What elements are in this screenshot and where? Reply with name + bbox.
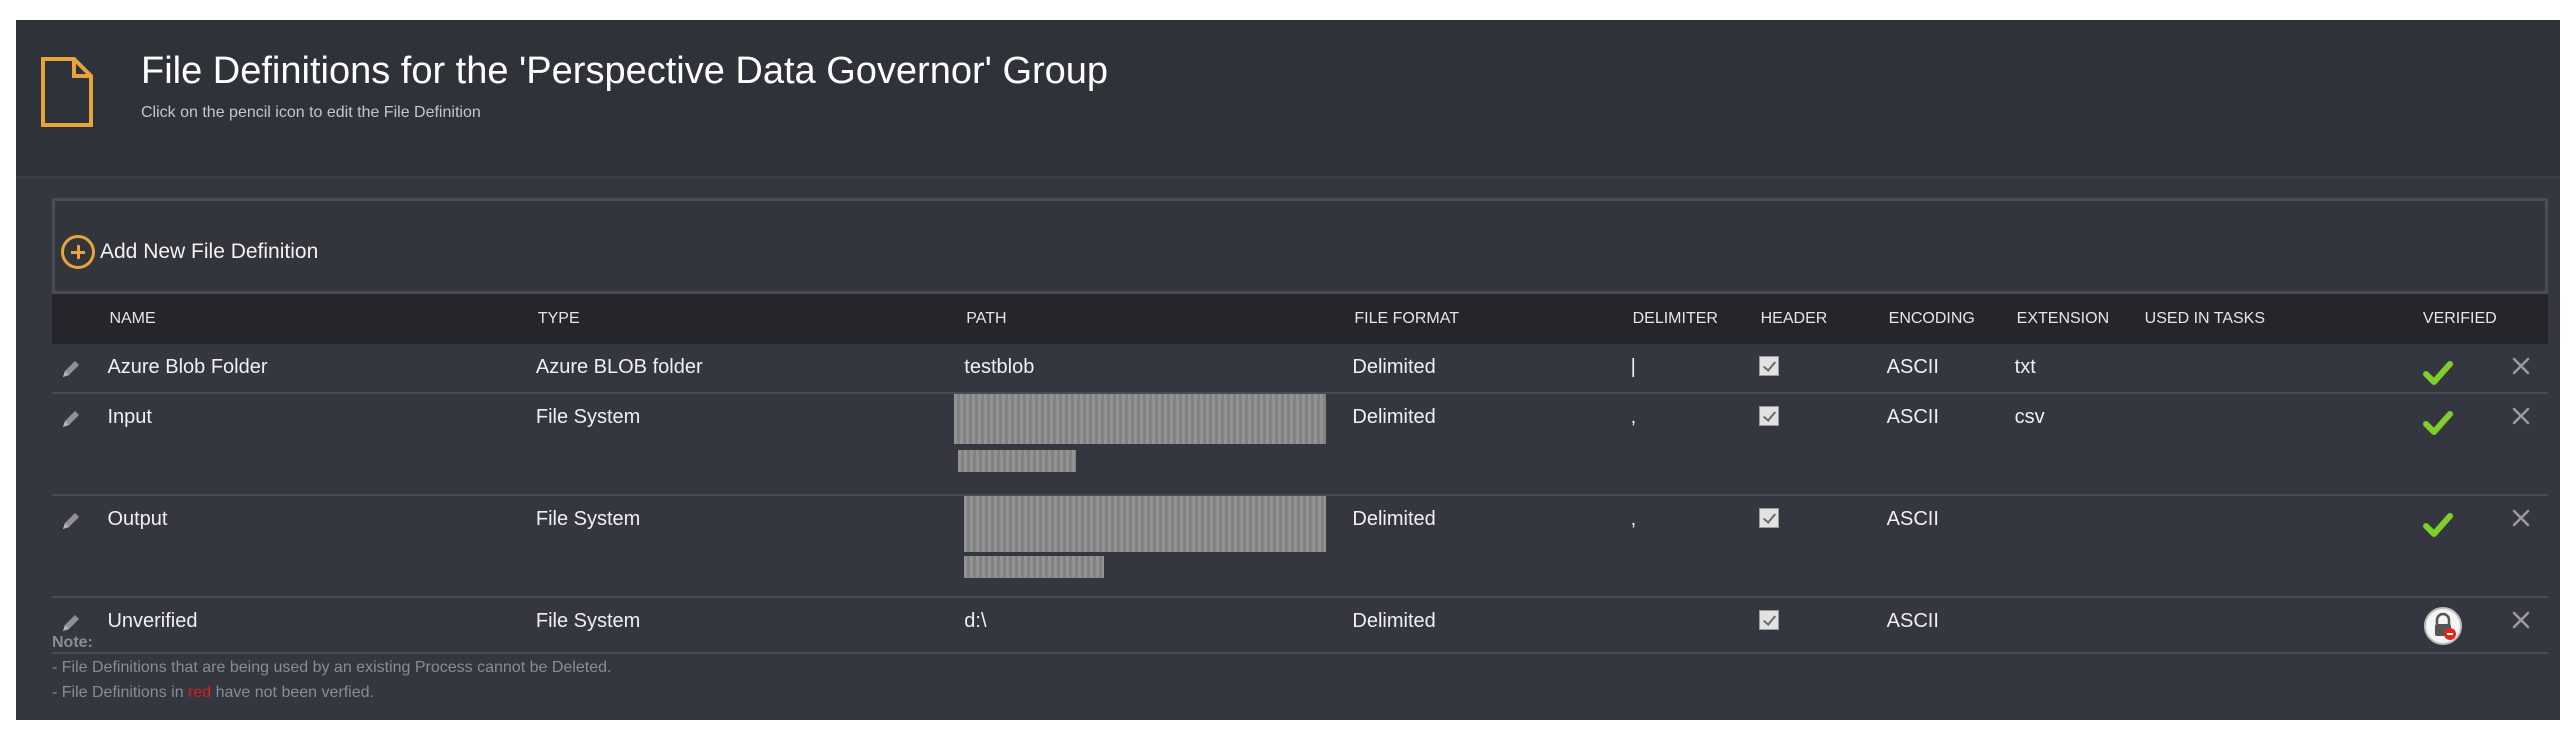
- cell-name: Azure Blob Folder: [107, 344, 536, 394]
- note-line-prefix: - File Definitions in: [52, 684, 189, 701]
- header-checkbox[interactable]: [1758, 508, 1779, 528]
- verified-check-icon: [2422, 361, 2453, 385]
- cell-delimiter: ,: [1630, 393, 1759, 496]
- pencil-icon[interactable]: [60, 358, 82, 380]
- document-icon: [41, 57, 93, 127]
- note-line: - File Definitions that are being used b…: [52, 659, 612, 676]
- page-subtitle: Click on the pencil icon to edit the Fil…: [141, 104, 481, 121]
- cell-type: Azure BLOB folder: [535, 344, 965, 394]
- file-definitions-table: NAME TYPE PATH FILE FORMAT DELIMITER HEA…: [52, 294, 2548, 654]
- col-edit: [52, 294, 108, 344]
- table-header-row: NAME TYPE PATH FILE FORMAT DELIMITER HEA…: [52, 294, 2548, 344]
- cell-encoding: ASCII: [1886, 597, 2015, 654]
- redacted-block: [964, 556, 1105, 578]
- page-header: File Definitions for the 'Perspective Da…: [16, 20, 2560, 178]
- cell-path: [954, 393, 1353, 496]
- pencil-icon[interactable]: [60, 510, 82, 532]
- header-checkbox[interactable]: [1758, 356, 1779, 376]
- cell-used-in-tasks: [2142, 495, 2421, 598]
- cell-format: Delimited: [1352, 393, 1631, 496]
- cell-delimiter: [1630, 597, 1759, 654]
- toolbar-panel: Add New File Definition: [52, 198, 2548, 294]
- delete-icon[interactable]: [2511, 356, 2531, 376]
- col-verified[interactable]: VERIFIED: [2420, 294, 2503, 344]
- cell-format: Delimited: [1352, 495, 1631, 598]
- col-used-in-tasks[interactable]: USED IN TASKS: [2142, 294, 2421, 344]
- redacted-block: [958, 450, 1077, 472]
- cell-path: d:\: [964, 597, 1353, 654]
- cell-format: Delimited: [1352, 597, 1631, 654]
- header-checkbox[interactable]: [1758, 406, 1779, 426]
- cell-used-in-tasks: [2142, 393, 2421, 496]
- pencil-icon[interactable]: [60, 408, 82, 430]
- cell-delimiter: |: [1630, 344, 1759, 394]
- cell-format: Delimited: [1352, 344, 1631, 394]
- unverified-lock-icon[interactable]: [2423, 606, 2463, 646]
- add-circle-icon: [61, 235, 95, 269]
- cell-used-in-tasks: [2142, 344, 2421, 394]
- col-encoding[interactable]: ENCODING: [1886, 294, 2015, 344]
- cell-extension: txt: [2014, 344, 2143, 394]
- col-name[interactable]: NAME: [107, 294, 536, 344]
- col-type[interactable]: TYPE: [535, 294, 965, 344]
- add-file-definition-label: Add New File Definition: [100, 240, 319, 263]
- cell-encoding: ASCII: [1886, 344, 2015, 394]
- add-file-definition-button[interactable]: Add New File Definition: [61, 235, 318, 269]
- cell-delimiter: ,: [1630, 495, 1759, 598]
- notes-section: Note: - File Definitions that are being …: [52, 630, 611, 705]
- table-row: Input File System Delimited , ASCII csv: [52, 393, 2548, 496]
- delete-icon[interactable]: [2511, 610, 2531, 630]
- verified-check-icon: [2422, 411, 2453, 435]
- col-header[interactable]: HEADER: [1758, 294, 1887, 344]
- col-extension[interactable]: EXTENSION: [2014, 294, 2143, 344]
- note-line-suffix: have not been verfied.: [211, 684, 374, 701]
- cell-used-in-tasks: [2142, 597, 2421, 654]
- cell-path: testblob: [964, 344, 1353, 394]
- col-file-format[interactable]: FILE FORMAT: [1352, 294, 1631, 344]
- redacted-block: [964, 496, 1327, 552]
- table-row: Output File System Delimited , ASCII: [52, 495, 2548, 598]
- cell-encoding: ASCII: [1886, 495, 2015, 598]
- redacted-block: [954, 394, 1327, 444]
- note-line: - File Definitions in red have not been …: [52, 680, 611, 705]
- delete-icon[interactable]: [2511, 406, 2531, 426]
- page-title: File Definitions for the 'Perspective Da…: [141, 50, 1109, 92]
- verified-check-icon: [2422, 513, 2453, 537]
- cell-path: [964, 495, 1353, 598]
- cell-name: Input: [107, 393, 536, 496]
- notes-title: Note:: [52, 634, 93, 651]
- note-red-word: red: [188, 684, 212, 701]
- cell-name: Output: [107, 495, 536, 598]
- cell-encoding: ASCII: [1886, 393, 2015, 496]
- cell-extension: [2014, 597, 2143, 654]
- table-row: Azure Blob Folder Azure BLOB folder test…: [52, 344, 2548, 394]
- header-checkbox[interactable]: [1758, 610, 1779, 630]
- cell-extension: csv: [2014, 393, 2143, 496]
- col-path[interactable]: PATH: [964, 294, 1353, 344]
- col-delimiter[interactable]: DELIMITER: [1630, 294, 1759, 344]
- cell-extension: [2014, 495, 2143, 598]
- cell-type: File System: [535, 495, 965, 598]
- delete-icon[interactable]: [2511, 508, 2531, 528]
- cell-type: File System: [535, 393, 965, 496]
- col-delete: [2502, 294, 2548, 344]
